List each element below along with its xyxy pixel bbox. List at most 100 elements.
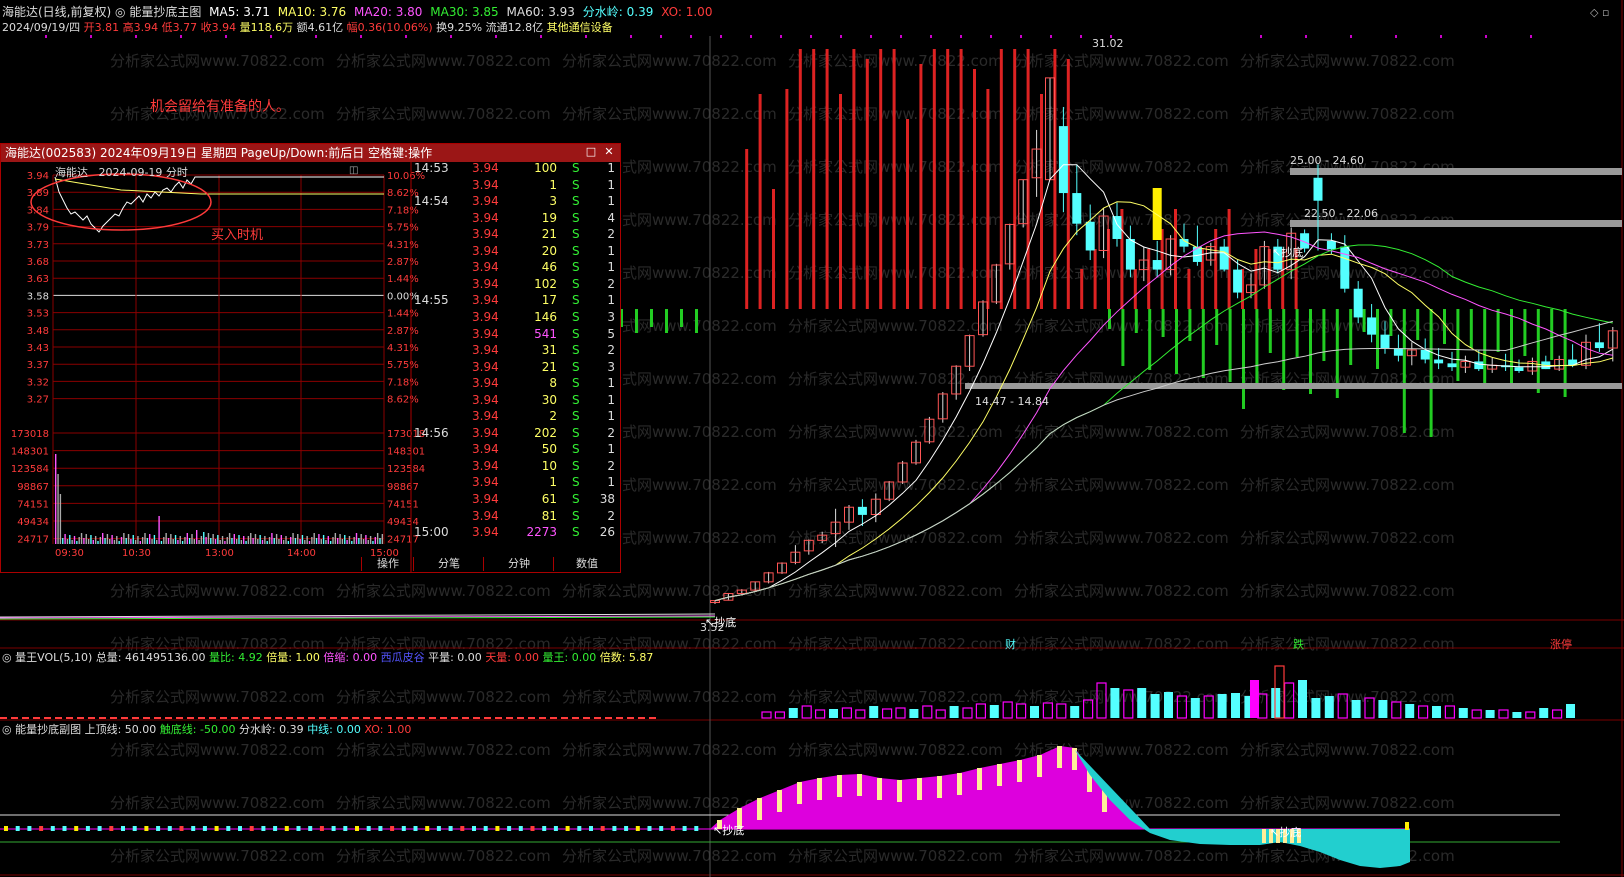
tick-side: S (572, 442, 580, 457)
tick-row[interactable]: 15:00 3.94 2273 S 26 (412, 524, 619, 541)
tick-row[interactable]: 3.94 19 S 4 (412, 210, 619, 227)
tick-row[interactable]: 3.94 81 S 2 (412, 508, 619, 525)
volume-bar (495, 717, 502, 719)
volume-bar (220, 717, 227, 719)
intraday-vol-bar (92, 540, 94, 544)
tick-row[interactable]: 14:53 3.94 100 S 1 (412, 160, 619, 177)
tick-row[interactable]: 3.94 2 S 1 (412, 408, 619, 425)
tick-row[interactable]: 3.94 21 S 2 (412, 226, 619, 243)
intraday-vol-bar (351, 541, 353, 544)
tick-row[interactable]: 3.94 31 S 2 (412, 342, 619, 359)
tick-row[interactable]: 3.94 1 S 1 (412, 177, 619, 194)
tick-row[interactable]: 3.94 102 S 2 (412, 276, 619, 293)
volume-bar (1110, 688, 1120, 718)
intraday-vol-bar (327, 536, 329, 544)
intraday-vol-bar (320, 539, 322, 544)
tab-1[interactable]: 分笔 (413, 557, 484, 571)
tick-count: 2 (607, 458, 615, 473)
intraday-vol-bar (55, 454, 57, 544)
intraday-vol-bar (228, 533, 231, 544)
intraday-window[interactable]: 海能达(002583) 2024年09月19日 星期四 PageUp/Down:… (0, 143, 621, 573)
watermark-text: 分析家公式网www.70822.com (1240, 476, 1455, 494)
tick-volume: 2 (549, 409, 557, 424)
time-tick-label: 14:00 (287, 548, 316, 559)
tick-row[interactable]: 14:56 3.94 202 S 2 (412, 425, 619, 442)
osc-bar (15, 826, 20, 831)
intraday-vol-bar (311, 537, 313, 544)
tick-row[interactable]: 3.94 10 S 2 (412, 458, 619, 475)
signal-dot (900, 35, 902, 38)
intraday-vol-bar (120, 537, 123, 544)
signal-dot (990, 35, 992, 38)
high-price-label: 31.02 (1092, 37, 1124, 50)
tick-count: 5 (607, 326, 615, 341)
tick-row[interactable]: 3.94 46 S 1 (412, 259, 619, 276)
tick-row[interactable]: 14:55 3.94 17 S 1 (412, 292, 619, 309)
watermark-text: 分析家公式网www.70822.com (1240, 741, 1455, 759)
signal-dot (780, 35, 782, 38)
watermark-text: 分析家公式网www.70822.com (1014, 105, 1229, 123)
intraday-vol-bar (87, 539, 90, 544)
osc-bottom: 触底线: -50.00 (159, 723, 236, 736)
watermark-text: 分析家公式网www.70822.com (1240, 582, 1455, 600)
tick-row[interactable]: 3.94 30 S 1 (412, 392, 619, 409)
tab-2[interactable]: 分钟 (483, 557, 554, 571)
watermark-text: 分析家公式网www.70822.com (110, 741, 325, 759)
signal-dot (630, 35, 632, 38)
tick-row[interactable]: 3.94 1 S 1 (412, 474, 619, 491)
volume-bar (922, 705, 933, 719)
intraday-vol-bar (348, 536, 351, 544)
tick-row[interactable]: 3.94 8 S 1 (412, 375, 619, 392)
tick-row[interactable]: 3.94 50 S 1 (412, 441, 619, 458)
osc-settings-icon[interactable]: ◎ (2, 723, 12, 736)
osc-bar (612, 826, 617, 831)
watermark-text: 分析家公式网www.70822.com (788, 741, 1003, 759)
tab-3[interactable]: 数值 (553, 557, 620, 571)
vol-settings-icon[interactable]: ◎ (2, 651, 12, 664)
energy-bar-down (1389, 309, 1393, 336)
osc-bar (39, 826, 44, 831)
osc-bar (518, 826, 523, 831)
energy-bar (1080, 269, 1084, 309)
osc-bar (472, 826, 476, 831)
tick-row[interactable]: 3.94 146 S 3 (412, 309, 619, 326)
tick-volume: 3 (549, 194, 557, 209)
tick-side: S (572, 177, 580, 192)
signal-dot (405, 35, 407, 38)
tick-row[interactable]: 14:54 3.94 3 S 1 (412, 193, 619, 210)
osc-bar (343, 826, 348, 831)
watermark-text: 分析家公式网www.70822.com (1014, 52, 1229, 70)
volume-bar (1002, 701, 1013, 719)
price-tick-label: 3.27 (27, 395, 49, 406)
tick-volume: 146 (534, 309, 557, 324)
watermark-text: 分析家公式网www.70822.com (562, 688, 777, 706)
intraday-vol-bar (127, 534, 130, 544)
tick-price: 3.94 (472, 243, 499, 258)
watermark-text: 分析家公式网www.70822.com (788, 635, 1003, 653)
volume-bar (286, 717, 293, 719)
tab-0[interactable]: 操作 (361, 557, 414, 571)
intraday-vol-bar (139, 541, 141, 544)
osc-bar (4, 826, 8, 831)
energy-bar (919, 64, 923, 309)
volume-bar (88, 717, 95, 719)
intraday-vol-bar (99, 537, 102, 544)
intraday-toggle-icon[interactable]: ◫ (349, 165, 358, 176)
intraday-vol-bar (158, 516, 160, 544)
tick-price: 3.94 (472, 392, 499, 407)
osc-stripe (857, 774, 862, 796)
tick-row[interactable]: 3.94 20 S 1 (412, 243, 619, 260)
intraday-vol-bar (97, 541, 99, 544)
tick-row[interactable]: 3.94 61 S 38 (412, 491, 619, 508)
tick-row[interactable]: 3.94 541 S 5 (412, 326, 619, 343)
volume-bar (855, 709, 866, 719)
tick-price: 3.94 (472, 260, 499, 275)
volume-bar (1324, 696, 1334, 718)
energy-bar (865, 59, 869, 309)
tick-row[interactable]: 3.94 21 S 3 (412, 359, 619, 376)
intraday-vol-bar (200, 536, 203, 544)
intraday-vol-bar (132, 535, 134, 544)
energy-bar (946, 49, 950, 309)
vol-tian: 天量: 0.00 (485, 651, 540, 664)
intraday-vol-bar (149, 534, 151, 544)
